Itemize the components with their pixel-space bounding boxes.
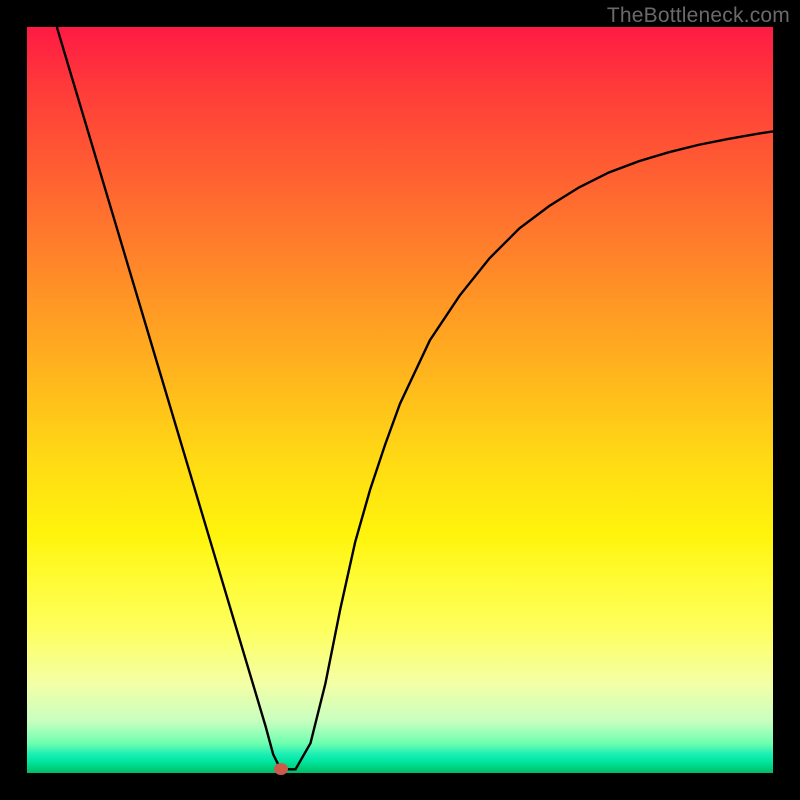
- chart-container: TheBottleneck.com: [0, 0, 800, 800]
- watermark-text: TheBottleneck.com: [607, 4, 790, 28]
- bottleneck-curve: [57, 27, 773, 769]
- curve-svg: [27, 27, 773, 773]
- plot-area: [27, 27, 773, 773]
- minimum-marker: [274, 763, 288, 775]
